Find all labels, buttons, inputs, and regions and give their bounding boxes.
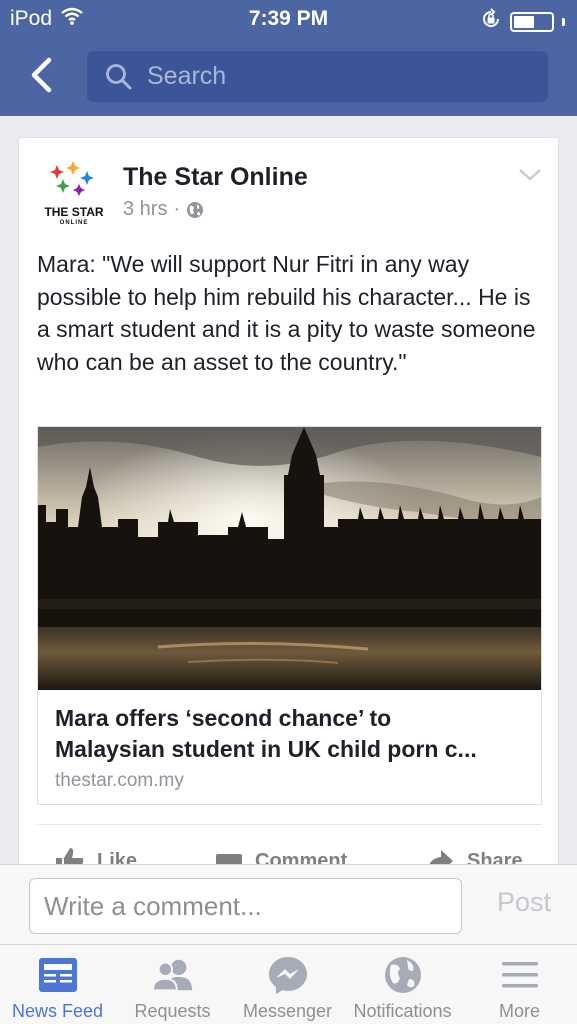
page-avatar[interactable]: THE STAR ONLINE	[43, 160, 105, 230]
menu-icon	[499, 954, 541, 996]
link-title[interactable]: Mara offers ‘second chance’ to Malaysian…	[55, 703, 530, 765]
post-comment-button[interactable]: Post	[497, 887, 551, 918]
link-preview-image[interactable]	[38, 427, 541, 690]
logo-subtext: ONLINE	[59, 220, 89, 226]
messenger-icon	[267, 954, 309, 996]
comment-input[interactable]	[29, 878, 462, 934]
logo-text: THE STAR	[44, 205, 104, 219]
star-logo-icon	[50, 161, 94, 196]
tab-label: News Feed	[11, 1001, 104, 1021]
post-meta: 3 hrs ·	[123, 198, 204, 221]
page-name[interactable]: The Star Online	[123, 163, 308, 192]
meta-separator: ·	[173, 198, 181, 220]
back-button[interactable]	[20, 54, 62, 96]
tab-more[interactable]: More	[462, 945, 577, 1024]
link-preview-card[interactable]: Mara offers ‘second chance’ to Malaysian…	[37, 426, 542, 805]
tab-notifications[interactable]: Notifications	[345, 945, 460, 1024]
search-input[interactable]	[147, 62, 527, 91]
link-title-line-2: Malaysian student in UK child porn c...	[55, 736, 477, 762]
status-bar: iPod 7:39 PM	[0, 0, 577, 38]
search-icon	[106, 63, 132, 89]
tab-label: More	[498, 1001, 540, 1021]
chevron-down-icon	[519, 169, 541, 181]
comment-composer: Post	[0, 864, 577, 944]
tab-label: Messenger	[242, 1001, 333, 1021]
post-card: THE STAR ONLINE The Star Online 3 hrs · …	[18, 137, 559, 877]
tab-messenger[interactable]: Messenger	[230, 945, 345, 1024]
top-navigation-bar: iPod 7:39 PM	[0, 0, 577, 116]
orientation-lock-icon	[480, 8, 502, 36]
tab-label: Requests	[134, 1001, 211, 1021]
tab-news-feed[interactable]: News Feed	[0, 945, 115, 1024]
globe-icon	[382, 954, 424, 996]
battery-icon	[510, 12, 554, 32]
post-text: Mara: "We will support Nur Fitri in any …	[37, 251, 536, 375]
battery-level	[514, 16, 534, 28]
search-bar[interactable]	[87, 51, 548, 102]
link-domain: thestar.com.my	[55, 770, 184, 791]
news-feed-icon	[37, 954, 79, 996]
chevron-left-icon	[31, 57, 52, 93]
tab-requests[interactable]: Requests	[115, 945, 230, 1024]
requests-icon	[151, 954, 194, 996]
post-time[interactable]: 3 hrs	[123, 198, 167, 221]
post-options-button[interactable]	[518, 168, 542, 187]
link-title-line-1: Mara offers ‘second chance’ to	[55, 705, 392, 731]
bottom-tab-bar: News Feed Requests Messenger Notificatio…	[0, 944, 577, 1024]
globe-privacy-icon	[187, 201, 204, 218]
tab-label: Notifications	[353, 1001, 452, 1021]
actions-divider	[37, 824, 542, 825]
